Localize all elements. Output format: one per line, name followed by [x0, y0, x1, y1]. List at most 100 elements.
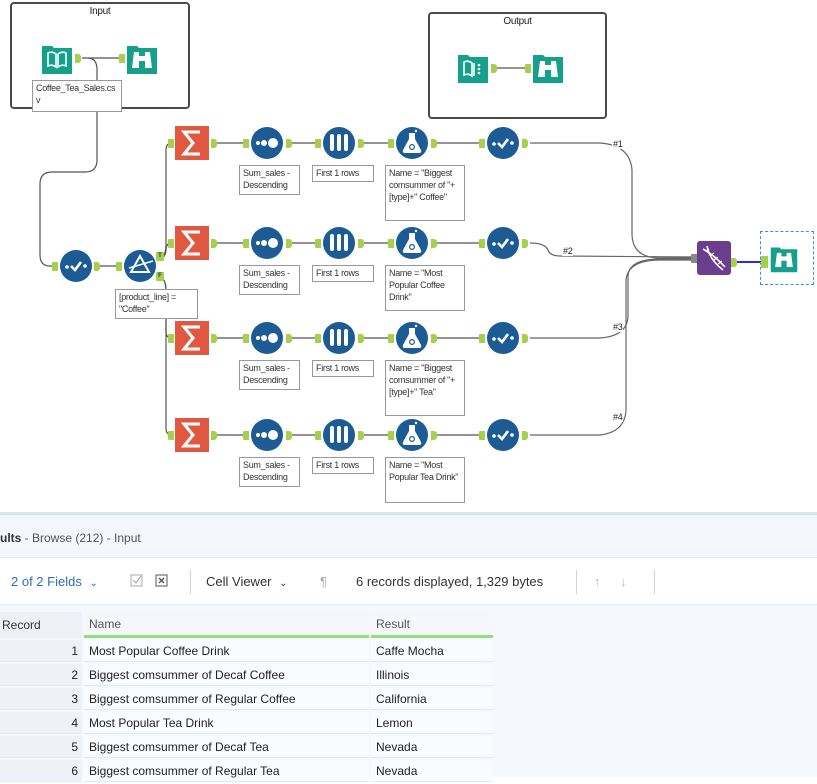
output-anchor[interactable]: [286, 431, 292, 440]
summarize-tool[interactable]: [175, 126, 209, 160]
input-anchor[interactable]: [168, 334, 174, 343]
select-tool[interactable]: [486, 321, 520, 355]
result-cell[interactable]: Nevada: [371, 760, 493, 782]
input-anchor[interactable]: [388, 431, 394, 440]
sample-tool[interactable]: [322, 418, 356, 452]
input-anchor[interactable]: [761, 256, 768, 268]
sort-tool[interactable]: [250, 126, 284, 160]
output-anchor[interactable]: [94, 262, 100, 271]
input-anchor[interactable]: [243, 431, 249, 440]
output-anchor[interactable]: [211, 334, 217, 343]
browse-tool-selected[interactable]: [769, 244, 799, 274]
sample-tool[interactable]: [322, 321, 356, 355]
output-anchor[interactable]: [211, 431, 217, 440]
select-tool[interactable]: [59, 249, 93, 283]
input-anchor[interactable]: [479, 239, 485, 248]
input-anchor[interactable]: [691, 254, 697, 263]
name-cell[interactable]: Biggest comsummer of Decaf Tea: [84, 736, 369, 758]
output-anchor[interactable]: [731, 258, 737, 267]
browse-tool[interactable]: [125, 42, 159, 76]
record-cell[interactable]: 2: [0, 664, 82, 686]
record-cell[interactable]: 1: [0, 640, 82, 662]
output-anchor[interactable]: [286, 139, 292, 148]
column-header-record[interactable]: Record: [0, 612, 82, 638]
output-anchor[interactable]: [211, 139, 217, 148]
sample-tool[interactable]: [322, 226, 356, 260]
result-cell[interactable]: Lemon: [371, 712, 493, 734]
output-anchor[interactable]: [522, 431, 528, 440]
output-anchor[interactable]: [358, 139, 364, 148]
filter-tool[interactable]: [123, 249, 157, 283]
input-anchor[interactable]: [479, 139, 485, 148]
output-anchor[interactable]: [358, 239, 364, 248]
input-anchor[interactable]: [116, 262, 122, 271]
input-anchor[interactable]: [243, 334, 249, 343]
pilcrow-icon[interactable]: ¶: [320, 574, 327, 589]
input-anchor[interactable]: [388, 239, 394, 248]
name-cell[interactable]: Biggest comsummer of Decaf Coffee: [84, 664, 369, 686]
output-anchor[interactable]: [522, 334, 528, 343]
output-anchor[interactable]: [286, 334, 292, 343]
table-row[interactable]: 4 Most Popular Tea Drink Lemon: [0, 712, 493, 734]
browse-tool[interactable]: [531, 51, 565, 85]
input-anchor[interactable]: [315, 239, 321, 248]
select-tool[interactable]: [486, 418, 520, 452]
input-anchor[interactable]: [315, 431, 321, 440]
formula-tool[interactable]: [395, 418, 429, 452]
input-anchor[interactable]: [388, 334, 394, 343]
union-tool[interactable]: [697, 241, 731, 275]
output-anchor[interactable]: [358, 431, 364, 440]
input-anchor[interactable]: [479, 334, 485, 343]
name-cell[interactable]: Biggest comsummer of Regular Tea: [84, 760, 369, 782]
output-anchor[interactable]: [431, 239, 437, 248]
table-row[interactable]: 1 Most Popular Coffee Drink Caffe Mocha: [0, 640, 493, 662]
result-cell[interactable]: Illinois: [371, 664, 493, 686]
arrow-up-icon[interactable]: ↑: [594, 574, 601, 589]
column-header-result[interactable]: Result: [371, 612, 493, 638]
arrow-down-icon[interactable]: ↓: [620, 574, 627, 589]
formula-tool[interactable]: [395, 126, 429, 160]
table-row[interactable]: 5 Biggest comsummer of Decaf Tea Nevada: [0, 736, 493, 758]
result-cell[interactable]: California: [371, 688, 493, 710]
cell-viewer-dropdown[interactable]: Cell Viewer ⌄: [206, 574, 288, 589]
table-row[interactable]: 2 Biggest comsummer of Decaf Coffee Illi…: [0, 664, 493, 686]
container-output[interactable]: Output: [428, 12, 607, 119]
deselect-icon[interactable]: [155, 574, 168, 587]
sort-tool[interactable]: [250, 226, 284, 260]
input-anchor[interactable]: [52, 262, 58, 271]
column-header-name[interactable]: Name: [84, 612, 369, 638]
output-anchor[interactable]: [286, 239, 292, 248]
summarize-tool[interactable]: [175, 226, 209, 260]
fields-dropdown[interactable]: 2 of 2 Fields ⌄: [11, 574, 98, 589]
output-data-tool[interactable]: [456, 51, 490, 85]
input-anchor[interactable]: [479, 431, 485, 440]
summarize-tool[interactable]: [175, 321, 209, 355]
output-anchor[interactable]: [358, 334, 364, 343]
name-cell[interactable]: Most Popular Coffee Drink: [84, 640, 369, 662]
checkbox-icon[interactable]: [130, 574, 143, 587]
sample-tool[interactable]: [322, 126, 356, 160]
false-anchor[interactable]: F: [156, 272, 164, 281]
summarize-tool[interactable]: [175, 418, 209, 452]
output-anchor[interactable]: [211, 239, 217, 248]
record-cell[interactable]: 6: [0, 760, 82, 782]
output-anchor[interactable]: [431, 431, 437, 440]
input-anchor[interactable]: [315, 139, 321, 148]
input-anchor[interactable]: [315, 334, 321, 343]
formula-tool[interactable]: [395, 321, 429, 355]
output-anchor[interactable]: [75, 54, 81, 63]
formula-tool[interactable]: [395, 226, 429, 260]
output-anchor[interactable]: [522, 239, 528, 248]
select-tool[interactable]: [486, 126, 520, 160]
input-anchor[interactable]: [243, 239, 249, 248]
sort-tool[interactable]: [250, 321, 284, 355]
record-cell[interactable]: 3: [0, 688, 82, 710]
output-anchor[interactable]: [431, 139, 437, 148]
record-cell[interactable]: 5: [0, 736, 82, 758]
true-anchor[interactable]: T: [156, 252, 164, 261]
output-anchor[interactable]: [431, 334, 437, 343]
output-anchor[interactable]: [522, 139, 528, 148]
table-row[interactable]: 6 Biggest comsummer of Regular Tea Nevad…: [0, 760, 493, 782]
workflow-canvas[interactable]: Input Output Coffee_Tea_Sales.csv T F [p…: [0, 0, 817, 510]
input-data-tool[interactable]: [40, 42, 74, 76]
